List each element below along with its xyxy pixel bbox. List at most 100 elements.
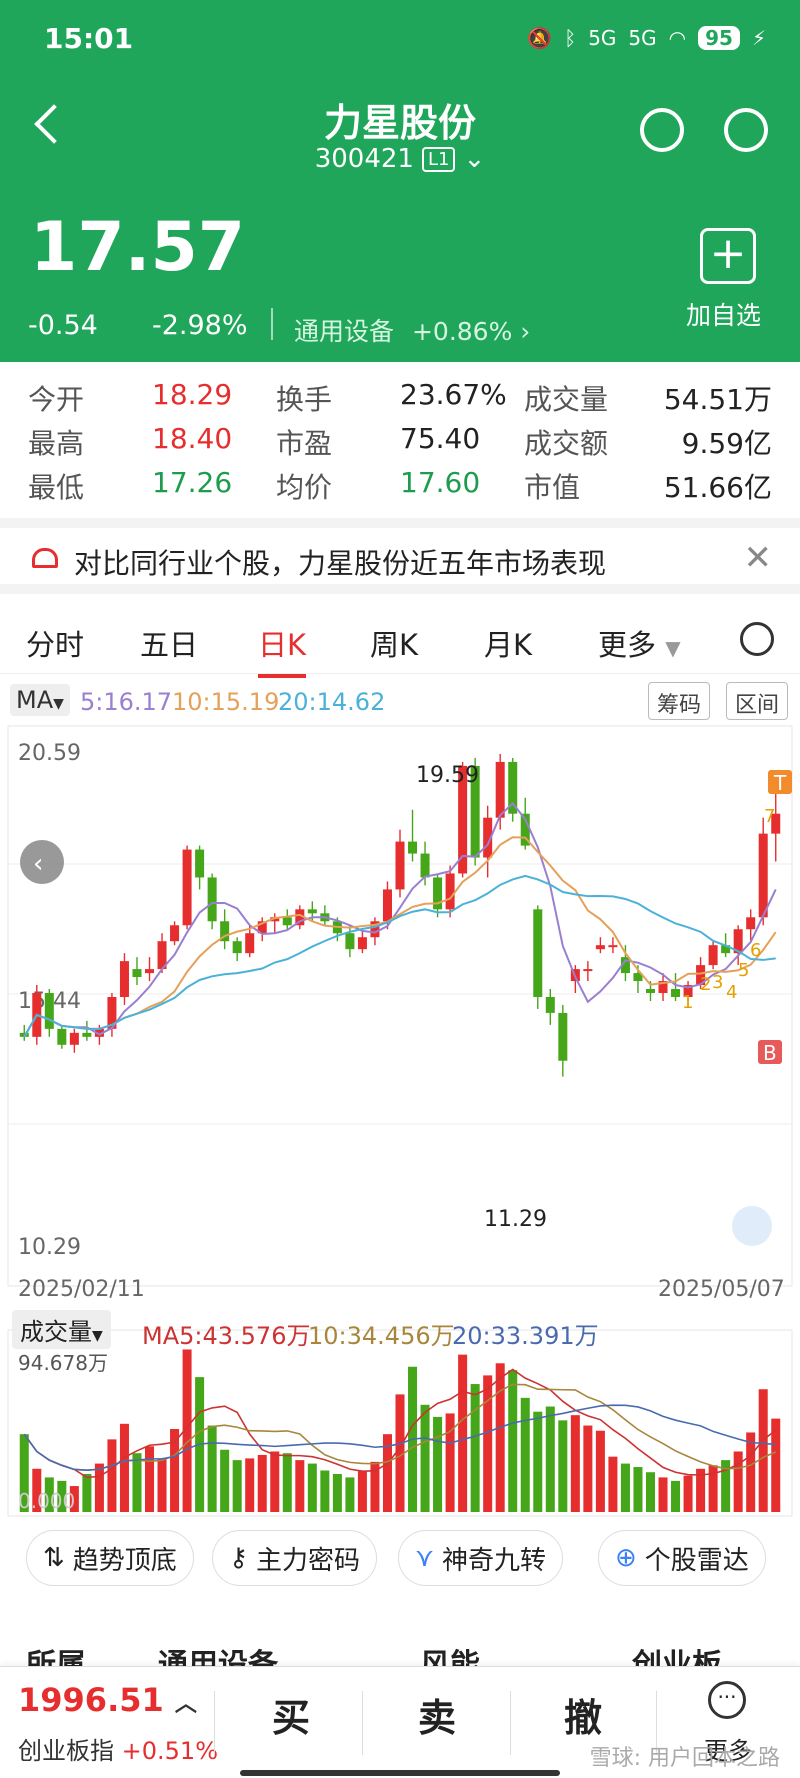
volume-bar — [257, 1454, 267, 1512]
volume-bar — [533, 1411, 543, 1512]
range-button[interactable]: 区间 — [726, 682, 789, 720]
candle — [445, 873, 455, 910]
volume-label: 成交量 — [524, 383, 609, 416]
caret-icon: ▼ — [92, 1328, 103, 1344]
low-label: 最低 — [28, 471, 85, 504]
tab-intraday[interactable]: 分时 — [26, 622, 84, 664]
low-value: 17.26 — [152, 466, 233, 499]
price-change: -0.54 — [28, 310, 98, 341]
volume-bar — [658, 1477, 668, 1512]
sell-button[interactable]: 卖 — [418, 1687, 456, 1742]
candle — [645, 989, 656, 993]
volume-bar — [82, 1473, 92, 1512]
seq-3: 3 — [712, 972, 723, 993]
volume-bar — [270, 1451, 280, 1512]
main-force-button[interactable]: ⚷ 主力密码 — [212, 1530, 378, 1586]
marketcap-label: 市值 — [524, 471, 581, 504]
candle — [57, 1028, 67, 1045]
volume-label: 成交量 — [20, 1318, 92, 1346]
stock-code: 300421 — [314, 144, 414, 174]
bell-icon — [32, 548, 58, 568]
sector-link[interactable]: 通用设备 +0.86% › — [294, 312, 530, 348]
volume-bar — [107, 1439, 117, 1512]
tab-daily-k[interactable]: 日K — [258, 622, 307, 678]
tab-more-label: 更多 — [598, 628, 657, 662]
volume-bar — [645, 1472, 656, 1512]
vol-min-label: 0.000 — [18, 1489, 75, 1513]
volume-selector[interactable]: 成交量▼ — [12, 1310, 111, 1349]
dropdown-icon: ▼ — [665, 636, 681, 660]
vol-ma5: MA5:43.576万 — [142, 1322, 311, 1350]
trend-label: 趋势顶底 — [72, 1545, 177, 1576]
tab-five-day[interactable]: 五日 — [140, 622, 198, 664]
signal-5g-2: 5G — [628, 26, 657, 50]
ma-selector[interactable]: MA▼ — [10, 684, 70, 716]
volume-bar — [733, 1451, 743, 1512]
candle — [82, 1032, 92, 1037]
bell-off-icon: 🔕 — [527, 26, 553, 50]
chips-button[interactable]: 筹码 — [648, 682, 711, 720]
last-price: 17.57 — [30, 208, 246, 287]
banner-text: 对比同行业个股，力星股份近五年市场表现 — [74, 547, 607, 580]
buy-button[interactable]: 买 — [272, 1687, 310, 1742]
radar-button[interactable]: ⊕ 个股雷达 — [598, 1530, 766, 1586]
kline-chart[interactable]: 20.59 15.44 10.29 19.59 11.29 T B 1 2 3 … — [0, 724, 800, 1524]
bluetooth-icon: ᛒ — [564, 26, 577, 50]
high-label: 最高 — [28, 427, 85, 460]
volume-bar — [483, 1375, 493, 1512]
close-icon[interactable]: ✕ — [744, 538, 773, 578]
ma10-value: 10:15.19 — [172, 688, 280, 716]
fullscreen-button[interactable] — [732, 1206, 772, 1246]
battery-level: 95 — [698, 26, 740, 50]
tab-more[interactable]: 更多 ▼ — [598, 622, 681, 664]
seq-4: 4 — [726, 982, 737, 1003]
key-icon: ⚷ — [229, 1543, 249, 1573]
charging-icon: ⚡ — [751, 26, 766, 50]
candle — [245, 933, 255, 954]
settings-hex-icon[interactable] — [740, 622, 774, 656]
candle — [182, 849, 192, 926]
ma-legend: MA▼ 5:16.17 10:15.19 20:14.62 筹码 区间 — [0, 678, 800, 724]
candle — [207, 877, 217, 922]
volume-bar — [758, 1389, 768, 1512]
tab-weekly-k[interactable]: 周K — [370, 622, 418, 664]
chart-frame — [7, 725, 793, 1287]
vol-ma10: 10:34.456万 — [308, 1322, 455, 1350]
quote-details: 今开 18.29 最高 18.40 最低 17.26 换手 23.67% 市盈 … — [0, 362, 800, 518]
volume-bar — [307, 1463, 317, 1512]
feature-buttons: ⇅ 趋势顶底 ⚷ 主力密码 ⋎ 神奇九转 ⊕ 个股雷达 — [0, 1530, 800, 1590]
more-icon[interactable]: ··· — [708, 1681, 746, 1719]
volume-bar — [620, 1463, 630, 1512]
trend-button[interactable]: ⇅ 趋势顶底 — [26, 1530, 194, 1586]
volume-bar — [495, 1363, 505, 1512]
tab-monthly-k[interactable]: 月K — [484, 622, 532, 664]
high-value: 18.40 — [152, 422, 233, 455]
volume-bar — [245, 1458, 255, 1512]
refresh-icon[interactable] — [640, 108, 684, 152]
level-badge: L1 — [421, 146, 456, 172]
separator — [362, 1691, 363, 1755]
search-icon[interactable] — [724, 108, 768, 152]
divider — [271, 308, 273, 340]
volume-bar — [433, 1416, 443, 1512]
index-name: 创业板指 — [18, 1737, 114, 1765]
volume-bar — [558, 1420, 568, 1512]
cancel-button[interactable]: 撤 — [564, 1687, 602, 1742]
magic-nine-label: 神奇九转 — [442, 1545, 547, 1576]
index-value[interactable]: 1996.51 ︿ — [18, 1681, 197, 1719]
magic-nine-button[interactable]: ⋎ 神奇九转 — [398, 1530, 564, 1586]
candle — [170, 925, 180, 942]
chart-tabs: 分时 五日 日K 周K 月K 更多 ▼ — [0, 604, 800, 678]
candle — [420, 853, 430, 878]
candle — [69, 1032, 79, 1045]
avg-label: 均价 — [276, 471, 333, 504]
home-indicator[interactable] — [240, 1770, 560, 1776]
add-watchlist-button[interactable]: + — [700, 228, 756, 284]
volume-bar — [119, 1423, 129, 1512]
y-max-label: 20.59 — [18, 741, 81, 766]
stock-code-row[interactable]: 300421 L1 ⌄ — [0, 144, 800, 174]
pe-value: 75.40 — [400, 422, 481, 455]
add-watchlist-label[interactable]: 加自选 — [686, 296, 761, 332]
volume-bar — [545, 1406, 555, 1512]
compare-banner[interactable]: 对比同行业个股，力星股份近五年市场表现 ✕ — [0, 518, 800, 594]
